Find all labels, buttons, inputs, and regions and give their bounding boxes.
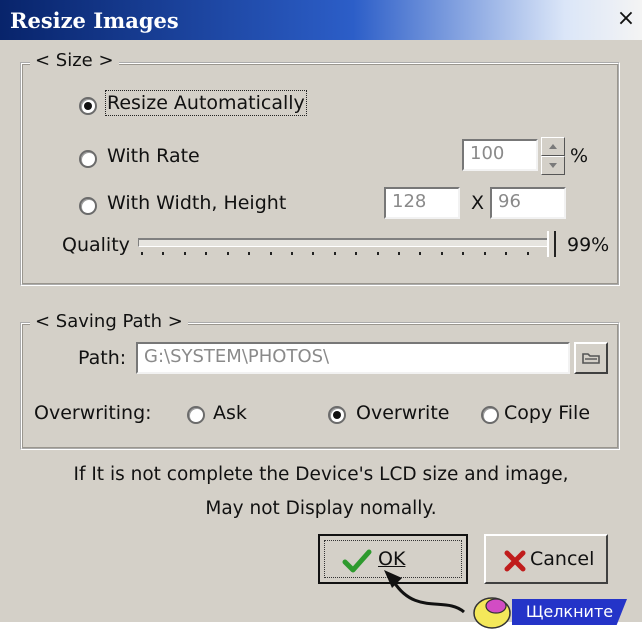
dialog-title: Resize Images [10, 8, 179, 33]
slider-tick [505, 252, 508, 255]
folder-open-icon [582, 353, 600, 364]
rate-spin-down-button[interactable] [541, 156, 565, 175]
notice-line-2: May not Display nomally. [205, 498, 437, 519]
quality-slider-thumb[interactable] [547, 231, 556, 257]
triangle-down-icon [549, 163, 557, 168]
slider-tick [162, 252, 165, 255]
radio-label: Ask [213, 402, 247, 424]
radio-label: Copy File [504, 402, 591, 424]
triangle-up-icon [549, 144, 557, 149]
slider-tick [290, 252, 293, 255]
radio-button[interactable] [79, 197, 97, 215]
click-callout: Щелкните [512, 599, 627, 625]
slider-tick [141, 252, 143, 255]
slider-tick [248, 252, 251, 255]
rate-spin-up-button[interactable] [541, 137, 565, 156]
overwriting-label: Overwriting: [34, 402, 152, 424]
slider-tick [269, 252, 272, 255]
width-input[interactable]: 128 [384, 187, 460, 219]
checkmark-icon [342, 549, 372, 573]
slider-tick [440, 252, 443, 255]
slider-tick [462, 252, 465, 255]
slider-tick [398, 252, 401, 255]
path-input[interactable]: G:\SYSTEM\PHOTOS\ [136, 342, 570, 374]
lcd-size-notice: If It is not complete the Device's LCD s… [20, 458, 622, 526]
notice-line-1: If It is not complete the Device's LCD s… [73, 464, 569, 485]
radio-label: Overwrite [356, 402, 450, 424]
slider-tick [419, 252, 422, 255]
radio-label: With Rate [107, 145, 200, 167]
rate-input[interactable]: 100 [462, 139, 538, 171]
slider-tick [312, 252, 315, 255]
slider-tick [183, 252, 186, 255]
mouse-icon [473, 597, 511, 629]
close-button[interactable]: × [614, 8, 638, 32]
radio-label: With Width, Height [107, 192, 287, 214]
browse-folder-button[interactable] [574, 342, 608, 374]
cancel-label: Cancel [530, 548, 595, 570]
height-input[interactable]: 96 [490, 187, 566, 219]
slider-tick [226, 252, 229, 255]
dimension-separator: X [471, 192, 485, 214]
radio-button[interactable] [328, 406, 346, 424]
radio-label: Resize Automatically [105, 90, 307, 116]
quality-label: Quality [62, 234, 130, 256]
size-group-legend: < Size > [30, 50, 119, 71]
radio-button[interactable] [187, 406, 205, 424]
slider-tick [526, 252, 529, 255]
slider-tick [205, 252, 208, 255]
radio-button[interactable] [481, 406, 499, 424]
slider-tick [483, 252, 486, 255]
cancel-button[interactable]: Cancel [484, 534, 608, 584]
radio-button[interactable] [79, 97, 97, 115]
resize-images-dialog: Resize Images × < Size > Resize Automati… [0, 0, 642, 633]
slider-tick [376, 252, 379, 255]
rate-unit-label: % [570, 145, 589, 167]
title-bar: Resize Images × [0, 0, 642, 40]
quality-slider[interactable] [138, 238, 554, 247]
slider-tick [355, 252, 358, 255]
radio-button[interactable] [79, 150, 97, 168]
slider-tick [333, 252, 336, 255]
cross-icon [504, 550, 526, 572]
quality-value: 99% [567, 234, 610, 256]
path-label: Path: [78, 347, 127, 369]
saving-path-legend: < Saving Path > [30, 311, 188, 332]
